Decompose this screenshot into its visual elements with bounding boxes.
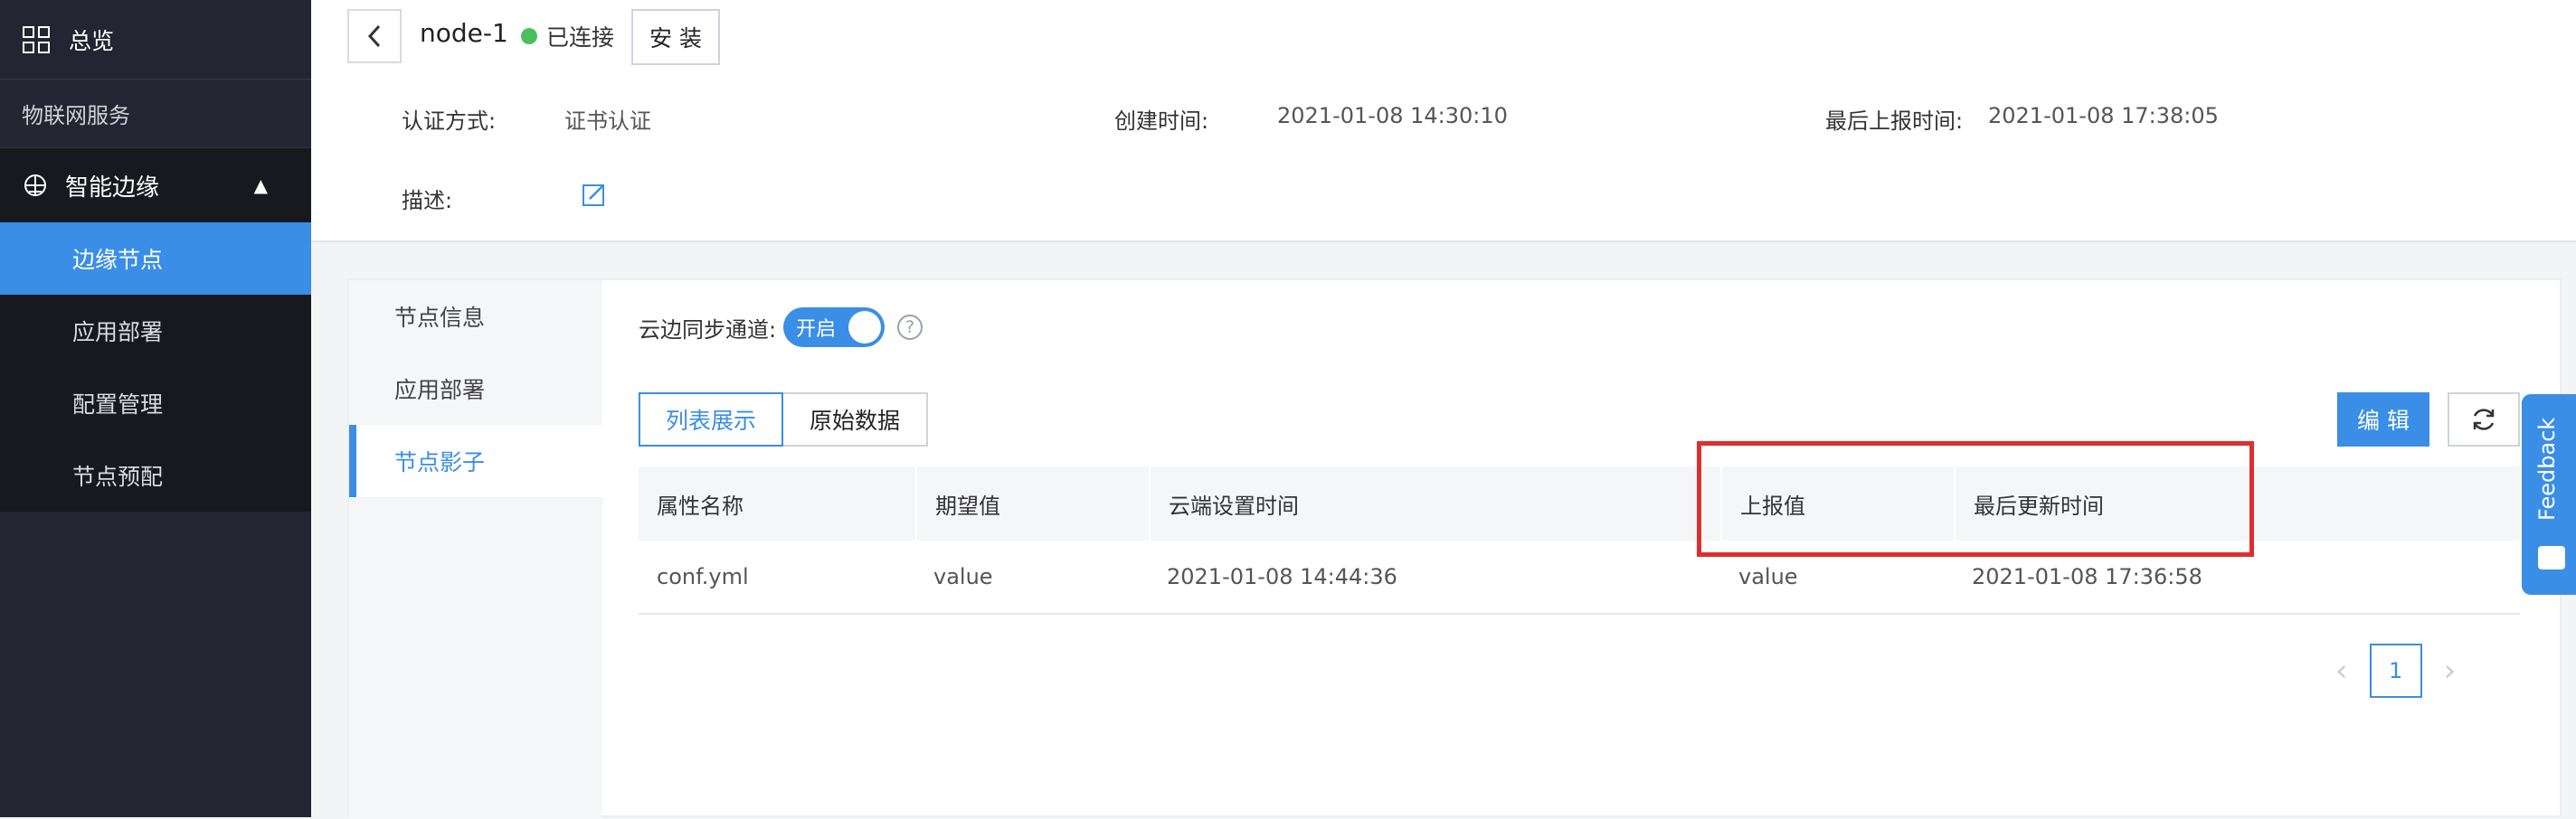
sidebar-item-config[interactable]: 配置管理 — [0, 367, 311, 439]
pagination: ‹ 1 › — [2335, 644, 2456, 698]
created-label: 创建时间: — [1114, 108, 1209, 134]
connected-dot-icon — [521, 28, 537, 44]
back-button[interactable] — [347, 9, 402, 63]
reported-label: 最后上报时间: — [1825, 108, 1964, 134]
cell-attr-name: conf.yml — [657, 564, 749, 589]
sidebar-group-label: 智能边缘 — [65, 174, 160, 202]
sidebar-item-app-deploy[interactable]: 应用部署 — [0, 295, 311, 367]
chat-icon — [2538, 546, 2565, 570]
grid-icon — [23, 25, 50, 53]
cell-desired: value — [933, 564, 993, 589]
auth-label: 认证方式: — [402, 108, 497, 134]
highlight-box — [1697, 441, 2254, 557]
cell-cloud-time: 2021-01-08 14:44:36 — [1167, 564, 1397, 589]
sidebar-section-title: 物联网服务 — [0, 80, 311, 148]
description: 描述: — [402, 183, 452, 214]
sidebar-overview-label: 总览 — [69, 27, 115, 54]
col-desired: 期望值 — [915, 466, 1149, 541]
status-badge: 已连接 — [521, 20, 614, 52]
prev-page-icon[interactable]: ‹ — [2335, 653, 2348, 689]
detail-tabs: 节点信息 应用部署 节点影子 — [349, 280, 602, 819]
reported-value: 2021-01-08 17:38:05 — [1988, 103, 2219, 128]
auth-value: 证书认证 — [564, 108, 651, 134]
tab-app-deploy[interactable]: 应用部署 — [349, 353, 602, 425]
desc-label: 描述: — [402, 188, 453, 213]
edit-button[interactable]: 编 辑 — [2337, 392, 2429, 447]
tab-node-shadow[interactable]: 节点影子 — [349, 425, 602, 497]
sidebar-item-provision[interactable]: 节点预配 — [0, 439, 311, 512]
created-value: 2021-01-08 14:30:10 — [1277, 103, 1508, 128]
feedback-tab[interactable]: Feedback — [2522, 394, 2576, 595]
col-attr-name: 属性名称 — [657, 493, 743, 519]
created-time: 创建时间: 2021-01-08 14:30:10 — [1114, 103, 1508, 135]
sidebar: 总览 物联网服务 智能边缘 ▲ 边缘节点 应用部署 配置管理 节点预配 — [0, 0, 311, 817]
edge-icon — [24, 174, 46, 196]
tab-node-info[interactable]: 节点信息 — [349, 280, 602, 353]
toggle-knob — [848, 311, 882, 344]
node-header: node-1 已连接 安 装 认证方式: 证书认证 创建时间: 2021-01-… — [311, 0, 2576, 242]
refresh-icon — [2473, 409, 2495, 430]
sync-toggle[interactable]: 开启 — [783, 307, 886, 347]
sidebar-item-edge-nodes[interactable]: 边缘节点 — [0, 222, 311, 295]
auth-method: 认证方式: 证书认证 — [402, 103, 651, 135]
sync-channel: 云边同步通道: 开启 ? — [639, 307, 923, 347]
sidebar-submenu: 边缘节点 应用部署 配置管理 节点预配 — [0, 222, 311, 512]
status-text: 已连接 — [546, 24, 615, 51]
refresh-button[interactable] — [2448, 392, 2520, 447]
edit-description-icon[interactable] — [581, 183, 606, 208]
next-page-icon[interactable]: › — [2444, 653, 2457, 689]
node-title: node-1 — [420, 18, 508, 48]
sync-label: 云边同步通道: — [639, 316, 777, 343]
page-1-button[interactable]: 1 — [2369, 644, 2422, 698]
list-view-button[interactable]: 列表展示 — [639, 392, 783, 447]
sidebar-group-edge[interactable]: 智能边缘 ▲ — [0, 148, 311, 222]
sidebar-overview[interactable]: 总览 — [0, 0, 311, 80]
chevron-left-icon — [367, 24, 381, 48]
toggle-label: 开启 — [796, 318, 837, 341]
install-button[interactable]: 安 装 — [631, 9, 720, 65]
feedback-label: Feedback — [2534, 417, 2560, 521]
last-report-time: 最后上报时间: 2021-01-08 17:38:05 — [1825, 103, 2219, 135]
raw-data-button[interactable]: 原始数据 — [783, 392, 928, 447]
view-switch: 列表展示 原始数据 — [639, 392, 928, 447]
help-icon[interactable]: ? — [897, 315, 923, 340]
chevron-up-icon: ▲ — [253, 174, 268, 196]
col-cloud-time: 云端设置时间 — [1149, 466, 1720, 541]
